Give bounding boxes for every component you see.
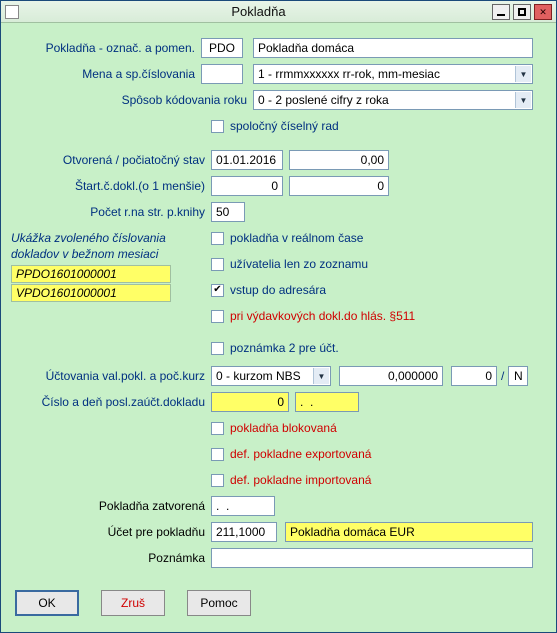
- label-adresar: vstup do adresára: [230, 283, 326, 297]
- cislovania-select-value: 1 - rrmmxxxxxx rr-rok, mm-mesiac: [258, 67, 440, 81]
- start2-input[interactable]: [289, 176, 389, 196]
- maximize-icon: [518, 8, 526, 16]
- spolrad-checkbox[interactable]: [211, 120, 224, 133]
- button-bar: OK Zruš Pomoc: [15, 590, 251, 616]
- sample-header1: Ukážka zvoleného číslovania: [11, 231, 201, 245]
- label-cisloposl: Číslo a deň posl.zaúčt.dokladu: [11, 395, 211, 409]
- label-vydavky: pri výdavkových dokl.do hlás. §511: [230, 309, 415, 323]
- maximize-button[interactable]: [513, 4, 531, 20]
- kurz-select-value: 0 - kurzom NBS: [216, 369, 301, 383]
- kodrok-select[interactable]: 0 - 2 poslené cifry z roka ▼: [253, 90, 533, 110]
- otvorena-date-input[interactable]: [211, 150, 283, 170]
- minimize-button[interactable]: [492, 4, 510, 20]
- mena-input[interactable]: [201, 64, 243, 84]
- label-blokovana: pokladňa blokovaná: [230, 421, 337, 435]
- kurz-flag-input[interactable]: [508, 366, 528, 386]
- label-kodrok: Spôsob kódovania roku: [11, 93, 253, 107]
- window-title: Pokladňa: [25, 4, 492, 19]
- realtime-checkbox[interactable]: [211, 232, 224, 245]
- kurz-small-input[interactable]: [451, 366, 497, 386]
- form-content: Pokladňa - označ. a pomen. Mena a sp.čís…: [11, 31, 546, 622]
- pocetr-input[interactable]: [211, 202, 245, 222]
- sample-ppdo: PPDO1601000001: [11, 265, 171, 283]
- pozn2-checkbox[interactable]: [211, 342, 224, 355]
- poznamka-input[interactable]: [211, 548, 533, 568]
- export-checkbox[interactable]: [211, 448, 224, 461]
- label-otvorena: Otvorená / počiatočný stav: [11, 153, 211, 167]
- cancel-button[interactable]: Zruš: [101, 590, 165, 616]
- label-export: def. pokladne exportovaná: [230, 447, 371, 461]
- uziv-checkbox[interactable]: [211, 258, 224, 271]
- label-uziv: užívatelia len zo zoznamu: [230, 257, 368, 271]
- close-button[interactable]: ✕: [534, 4, 552, 20]
- sample-vpdo: VPDO1601000001: [11, 284, 171, 302]
- label-pozn2: poznámka 2 pre účt.: [230, 341, 339, 355]
- pomen-input[interactable]: [253, 38, 533, 58]
- titlebar: Pokladňa ✕: [1, 1, 556, 23]
- vydavky-checkbox[interactable]: [211, 310, 224, 323]
- minimize-icon: [497, 14, 505, 16]
- label-startdokl: Štart.č.dokl.(o 1 menšie): [11, 179, 211, 193]
- import-checkbox[interactable]: [211, 474, 224, 487]
- chevron-down-icon: ▼: [313, 368, 329, 384]
- window: Pokladňa ✕ Pokladňa - označ. a pomen. Me…: [0, 0, 557, 633]
- label-import: def. pokladne importovaná: [230, 473, 371, 487]
- chevron-down-icon: ▼: [515, 92, 531, 108]
- label-spolrad: spoločný číselný rad: [230, 119, 339, 133]
- app-icon: [5, 5, 19, 19]
- label-uctovania: Účtovania val.pokl. a poč.kurz: [11, 369, 211, 383]
- sample-header2: dokladov v bežnom mesiaci: [11, 247, 201, 261]
- label-zatvorena: Pokladňa zatvorená: [11, 499, 211, 513]
- label-mena: Mena a sp.číslovania: [11, 67, 201, 81]
- pdo-input[interactable]: [201, 38, 243, 58]
- close-icon: ✕: [540, 6, 547, 17]
- chevron-down-icon: ▼: [515, 66, 531, 82]
- otvorena-val-input[interactable]: [289, 150, 389, 170]
- ucet-num-input[interactable]: [211, 522, 277, 542]
- window-buttons: ✕: [492, 4, 552, 20]
- label-pocetr: Počet r.na str. p.knihy: [11, 205, 211, 219]
- zatvorena-input[interactable]: [211, 496, 275, 516]
- kurz-val-input[interactable]: [339, 366, 443, 386]
- help-button[interactable]: Pomoc: [187, 590, 251, 616]
- cislovania-select[interactable]: 1 - rrmmxxxxxx rr-rok, mm-mesiac ▼: [253, 64, 533, 84]
- kodrok-select-value: 0 - 2 poslené cifry z roka: [258, 93, 389, 107]
- label-poznamka: Poznámka: [11, 551, 211, 565]
- label-oznac: Pokladňa - označ. a pomen.: [11, 41, 201, 55]
- blokovana-checkbox[interactable]: [211, 422, 224, 435]
- adresar-checkbox[interactable]: ✔: [211, 284, 224, 297]
- kurz-select[interactable]: 0 - kurzom NBS ▼: [211, 366, 331, 386]
- label-realtime: pokladňa v reálnom čase: [230, 231, 363, 245]
- cisloposl-date-input[interactable]: [295, 392, 359, 412]
- ucet-name-input[interactable]: [285, 522, 533, 542]
- ok-button[interactable]: OK: [15, 590, 79, 616]
- cisloposl-num-input[interactable]: [211, 392, 289, 412]
- slash: /: [497, 369, 508, 383]
- start1-input[interactable]: [211, 176, 283, 196]
- label-ucet: Účet pre pokladňu: [11, 525, 211, 539]
